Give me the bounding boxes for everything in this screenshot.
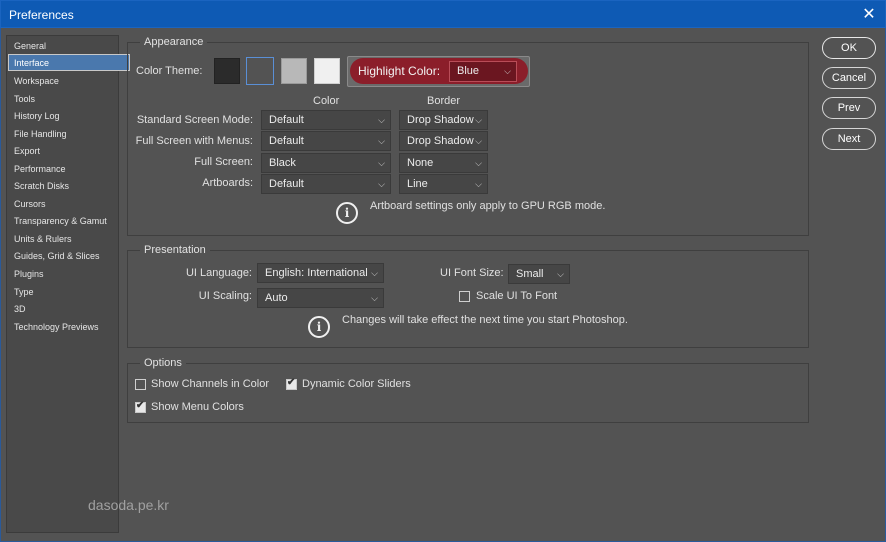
column-color-header: Color xyxy=(313,95,340,107)
sidebar-item-history-log[interactable]: History Log xyxy=(7,108,128,125)
dropdown-value: Line xyxy=(407,178,428,190)
artboards-border-dropdown[interactable]: Line ⌵ xyxy=(399,174,488,194)
dropdown-value: Default xyxy=(269,135,304,147)
info-icon: i xyxy=(308,316,330,338)
sidebar-item-plugins[interactable]: Plugins xyxy=(7,266,128,283)
preferences-sidebar: General Interface Workspace Tools Histor… xyxy=(6,35,130,533)
ui-font-size-dropdown[interactable]: Small ⌵ xyxy=(508,264,570,284)
chevron-down-icon: ⌵ xyxy=(371,293,378,303)
sidebar-item-workspace[interactable]: Workspace xyxy=(7,73,128,90)
dynamic-sliders-checkbox[interactable]: ✔ xyxy=(286,377,297,390)
chevron-down-icon: ⌵ xyxy=(378,136,385,146)
standard-screen-color-dropdown[interactable]: Default ⌵ xyxy=(261,110,391,130)
sidebar-item-technology-previews[interactable]: Technology Previews xyxy=(7,319,128,336)
dropdown-value: Black xyxy=(269,157,296,169)
color-theme-label: Color Theme: xyxy=(136,65,203,77)
ui-scaling-label: UI Scaling: xyxy=(198,290,252,302)
highlight-color-dropdown[interactable]: Blue ⌵ xyxy=(449,61,517,82)
prev-button[interactable]: Prev xyxy=(822,97,876,119)
dropdown-value: None xyxy=(407,157,434,169)
chevron-down-icon: ⌵ xyxy=(475,115,482,125)
options-title: Options xyxy=(140,357,186,369)
full-screen-menus-color-dropdown[interactable]: Default ⌵ xyxy=(261,131,391,151)
chevron-down-icon: ⌵ xyxy=(475,179,482,189)
ui-font-size-label: UI Font Size: xyxy=(440,267,504,279)
show-channels-checkbox[interactable] xyxy=(135,379,146,390)
sidebar-item-scratch-disks[interactable]: Scratch Disks xyxy=(7,178,128,195)
chevron-down-icon: ⌵ xyxy=(557,269,564,279)
show-menu-colors-checkbox[interactable]: ✔ xyxy=(135,400,146,413)
dropdown-value: Default xyxy=(269,178,304,190)
full-screen-menus-border-dropdown[interactable]: Drop Shadow ⌵ xyxy=(399,131,488,151)
close-icon[interactable]: ✕ xyxy=(857,4,881,25)
sidebar-item-file-handling[interactable]: File Handling xyxy=(7,126,128,143)
dropdown-value: Drop Shadow xyxy=(407,114,474,126)
full-screen-label: Full Screen: xyxy=(194,156,253,168)
sidebar-item-export[interactable]: Export xyxy=(7,143,128,160)
sidebar-item-3d[interactable]: 3D xyxy=(7,301,128,318)
title-bar: Preferences ✕ xyxy=(0,0,886,28)
cancel-button[interactable]: Cancel xyxy=(822,67,876,89)
chevron-down-icon: ⌵ xyxy=(378,179,385,189)
ui-scaling-dropdown[interactable]: Auto ⌵ xyxy=(257,288,384,308)
chevron-down-icon: ⌵ xyxy=(378,158,385,168)
standard-screen-mode-label: Standard Screen Mode: xyxy=(136,114,253,126)
dropdown-value: English: International xyxy=(265,267,368,279)
standard-screen-border-dropdown[interactable]: Drop Shadow ⌵ xyxy=(399,110,488,130)
chevron-down-icon: ⌵ xyxy=(475,158,482,168)
ok-button[interactable]: OK xyxy=(822,37,876,59)
artboards-color-dropdown[interactable]: Default ⌵ xyxy=(261,174,391,194)
presentation-info-text: Changes will take effect the next time y… xyxy=(342,314,628,326)
show-channels-label: Show Channels in Color xyxy=(151,378,270,390)
theme-swatch-dark-selected[interactable] xyxy=(246,57,274,85)
full-screen-menus-label: Full Screen with Menus: xyxy=(135,135,253,147)
check-icon: ✔ xyxy=(287,377,296,388)
scale-ui-label: Scale UI To Font xyxy=(476,290,558,302)
options-group xyxy=(127,363,809,423)
dropdown-value: Default xyxy=(269,114,304,126)
window-title: Preferences xyxy=(9,8,74,22)
info-icon: i xyxy=(336,202,358,224)
sidebar-item-tools[interactable]: Tools xyxy=(7,91,128,108)
check-icon: ✔ xyxy=(136,400,145,411)
dropdown-value: Small xyxy=(516,268,544,280)
dropdown-value: Auto xyxy=(265,292,288,304)
highlight-color-value: Blue xyxy=(457,65,480,77)
sidebar-item-guides-grid-slices[interactable]: Guides, Grid & Slices xyxy=(7,248,128,265)
sidebar-item-general[interactable]: General xyxy=(7,38,128,55)
scale-ui-checkbox[interactable] xyxy=(459,291,470,302)
full-screen-border-dropdown[interactable]: None ⌵ xyxy=(399,153,488,173)
watermark: dasoda.pe.kr xyxy=(88,497,169,513)
chevron-down-icon: ⌵ xyxy=(475,136,482,146)
sidebar-item-performance[interactable]: Performance xyxy=(7,161,128,178)
sidebar-item-cursors[interactable]: Cursors xyxy=(7,196,128,213)
sidebar-item-type[interactable]: Type xyxy=(7,284,128,301)
appearance-title: Appearance xyxy=(140,36,208,48)
theme-swatch-light[interactable] xyxy=(314,58,340,84)
artboards-label: Artboards: xyxy=(202,177,253,189)
highlight-color-label: Highlight Color: xyxy=(358,64,441,78)
sidebar-item-interface[interactable]: Interface xyxy=(8,54,130,71)
next-button[interactable]: Next xyxy=(822,128,876,150)
artboard-info-text: Artboard settings only apply to GPU RGB … xyxy=(370,200,606,212)
dropdown-value: Drop Shadow xyxy=(407,135,474,147)
ui-language-label: UI Language: xyxy=(185,267,252,279)
theme-swatch-darkest[interactable] xyxy=(214,58,240,84)
show-menu-colors-label: Show Menu Colors xyxy=(151,401,244,413)
chevron-down-icon: ⌵ xyxy=(504,66,511,76)
chevron-down-icon: ⌵ xyxy=(371,268,378,278)
theme-swatch-medium[interactable] xyxy=(281,58,307,84)
sidebar-item-transparency-gamut[interactable]: Transparency & Gamut xyxy=(7,213,128,230)
column-border-header: Border xyxy=(427,95,461,107)
chevron-down-icon: ⌵ xyxy=(378,115,385,125)
ui-language-dropdown[interactable]: English: International ⌵ xyxy=(257,263,384,283)
sidebar-item-units-rulers[interactable]: Units & Rulers xyxy=(7,231,128,248)
full-screen-color-dropdown[interactable]: Black ⌵ xyxy=(261,153,391,173)
presentation-title: Presentation xyxy=(140,244,210,256)
dynamic-sliders-label: Dynamic Color Sliders xyxy=(302,378,411,390)
